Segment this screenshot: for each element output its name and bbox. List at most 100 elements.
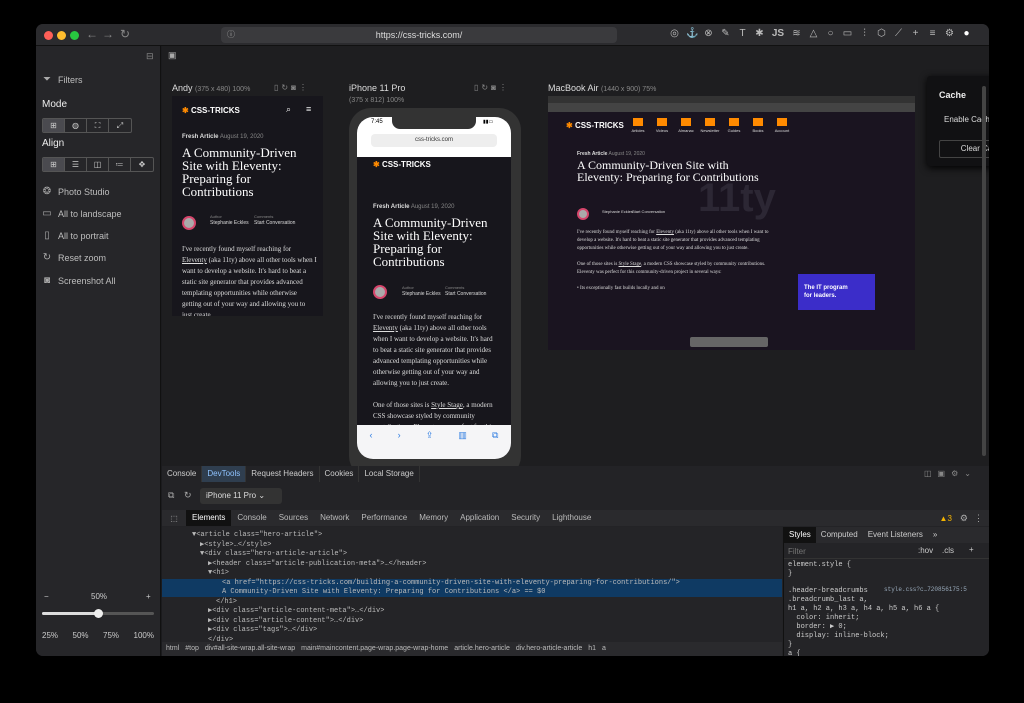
macbook-ad[interactable]: The IT program for leaders.: [798, 274, 875, 310]
settings-gear-icon[interactable]: ⚙: [944, 27, 955, 41]
forward-arrow-icon[interactable]: →: [102, 27, 114, 41]
sliders-icon[interactable]: ⫶: [859, 27, 870, 41]
style-rule-line[interactable]: border: ▶ 0;: [788, 623, 985, 632]
grid-mode-icon[interactable]: ⊞: [43, 119, 65, 132]
macbook-nav-books[interactable]: Books: [748, 118, 768, 133]
style-rule-line[interactable]: color: inherit;: [788, 614, 985, 623]
devtools-settings-gear-icon[interactable]: ⚙: [960, 513, 974, 524]
andy-author[interactable]: Stephanie Eckles: [210, 220, 249, 226]
tab-devtools[interactable]: DevTools: [202, 466, 247, 482]
reload-icon[interactable]: ↻: [120, 27, 130, 41]
iphone-article-title[interactable]: A Community-Driven Site with Eleventy: P…: [373, 216, 508, 268]
macbook-nav-account[interactable]: Account: [772, 118, 792, 133]
new-rule-plus-icon[interactable]: +: [969, 545, 974, 554]
macbook-logo[interactable]: ✱ CSS-TRICKS: [566, 121, 624, 130]
zoom-preset-50[interactable]: 50%: [73, 631, 89, 640]
inspect-icon[interactable]: ⬚: [162, 514, 186, 523]
iphone-back-icon[interactable]: ‹: [370, 430, 373, 459]
align-grid-icon[interactable]: ⊞: [43, 158, 65, 171]
iphone-logo[interactable]: ✱ CSS-TRICKS: [373, 160, 431, 169]
circle-icon[interactable]: ○: [825, 27, 836, 41]
dom-node-line[interactable]: ▼<div class="hero-article-article">: [162, 550, 782, 559]
dom-node-line[interactable]: ▼<article class="hero-article">: [162, 531, 782, 540]
macbook-nav-guides[interactable]: Guides: [724, 118, 744, 133]
tab-event-listeners[interactable]: Event Listeners: [863, 527, 928, 543]
more-tabs-icon[interactable]: »: [928, 527, 942, 543]
style-rule-line[interactable]: a {: [788, 650, 985, 656]
breadcrumb-item[interactable]: div.hero-article-article: [516, 642, 582, 656]
zoom-out-button[interactable]: −: [44, 592, 49, 601]
cube-icon[interactable]: ⬡: [876, 27, 887, 41]
bug-icon[interactable]: ✱: [754, 27, 765, 41]
focus-mode-icon[interactable]: ◍: [65, 119, 87, 132]
compass-icon[interactable]: ◎: [669, 27, 680, 41]
align-list-icon[interactable]: ≔: [109, 158, 131, 171]
andy-search-icon[interactable]: ⌕: [286, 104, 291, 115]
tab-cookies[interactable]: Cookies: [320, 466, 360, 482]
triangle-icon[interactable]: △: [808, 27, 819, 41]
breadcrumb-item[interactable]: a: [602, 642, 606, 656]
photo-studio-button[interactable]: ❂ Photo Studio: [42, 186, 110, 197]
screenshot-all-button[interactable]: ◙ Screenshot All: [42, 275, 116, 286]
styles-filter-input[interactable]: [788, 545, 888, 557]
cls-toggle[interactable]: .cls: [942, 546, 954, 555]
all-to-portrait-button[interactable]: ▯ All to portrait: [42, 230, 108, 241]
close-window-button[interactable]: [44, 31, 53, 40]
align-columns-icon[interactable]: ◫: [87, 158, 109, 171]
tab-security[interactable]: Security: [505, 510, 546, 526]
dom-node-line[interactable]: ▼<h1>: [162, 569, 782, 578]
tab-network[interactable]: Network: [314, 510, 355, 526]
save-icon[interactable]: ▣: [168, 50, 177, 61]
macbook-nav-newsletter[interactable]: Newsletter: [700, 118, 720, 133]
breadcrumb-item[interactable]: h1: [588, 642, 596, 656]
dom-node-line[interactable]: A Community-Driven Site with Eleventy: P…: [162, 588, 782, 597]
align-move-icon[interactable]: ✥: [131, 158, 153, 171]
site-info-icon[interactable]: ⓘ: [227, 27, 235, 43]
text-icon[interactable]: T: [737, 27, 748, 41]
device-select[interactable]: iPhone 11 Pro ⌄: [200, 488, 282, 504]
macbook-nav-articles[interactable]: Articles: [628, 118, 648, 133]
tab-performance[interactable]: Performance: [355, 510, 413, 526]
fit-mode-icon[interactable]: ⛶: [87, 119, 109, 132]
block-icon[interactable]: ⊗: [703, 27, 714, 41]
macbook-article-title[interactable]: A Community-Driven Site with Eleventy: P…: [577, 159, 767, 183]
zoom-window-button[interactable]: [70, 31, 79, 40]
canvas-scrollbar[interactable]: [982, 86, 986, 456]
andy-article-title[interactable]: A Community-Driven Site with Eleventy: P…: [182, 146, 317, 198]
tab-lighthouse[interactable]: Lighthouse: [546, 510, 597, 526]
javascript-icon[interactable]: JS: [771, 27, 785, 41]
tab-elements[interactable]: Elements: [186, 510, 232, 526]
pen-icon[interactable]: ✎: [720, 27, 731, 41]
iphone-author[interactable]: Stephanie Eckles: [402, 291, 441, 297]
dom-node-line[interactable]: ▶<div class="tags">…</div>: [162, 626, 782, 635]
minimize-window-button[interactable]: [57, 31, 66, 40]
list-icon[interactable]: ≡: [927, 27, 938, 41]
devtools-more-icon[interactable]: ⋮: [974, 513, 989, 524]
tab-dt-console[interactable]: Console: [231, 510, 272, 526]
dom-node-line[interactable]: ▶<div class="article-content-meta">…</di…: [162, 607, 782, 616]
brush-icon[interactable]: ⟋: [893, 27, 904, 41]
dom-node-line[interactable]: ▶<header class="article-publication-meta…: [162, 560, 782, 569]
drive-icon[interactable]: ▭: [842, 27, 853, 41]
iphone-comments[interactable]: Start Conversation: [445, 291, 486, 297]
iphone-forward-icon[interactable]: ›: [398, 430, 401, 459]
style-rule-line[interactable]: }: [788, 570, 985, 579]
andy-comments[interactable]: Start Conversation: [254, 220, 295, 226]
tab-memory[interactable]: Memory: [413, 510, 454, 526]
iphone-bookmarks-icon[interactable]: ▥: [458, 430, 467, 459]
breadcrumb-item[interactable]: #top: [185, 642, 199, 656]
style-rule-line[interactable]: .breadcrumb_last a,: [788, 596, 985, 605]
align-rows-icon[interactable]: ☰: [65, 158, 87, 171]
zoom-in-button[interactable]: +: [146, 592, 151, 601]
breadcrumb-item[interactable]: main#maincontent.page-wrap.page-wrap-hom…: [301, 642, 448, 656]
plus-icon[interactable]: +: [910, 27, 921, 41]
reset-zoom-button[interactable]: ↻ Reset zoom: [42, 252, 106, 263]
iphone-share-icon[interactable]: ⇪: [426, 430, 434, 459]
iphone-url-bar[interactable]: css-tricks.com: [371, 134, 497, 147]
expand-mode-icon[interactable]: ⤢: [109, 119, 131, 132]
zoom-preset-100[interactable]: 100%: [134, 631, 154, 640]
macbook-nav-videos[interactable]: Videos: [652, 118, 672, 133]
andy-logo[interactable]: ✱ CSS-TRICKS: [182, 106, 240, 115]
address-bar[interactable]: ⓘ https://css-tricks.com/: [221, 27, 617, 43]
dom-node-line[interactable]: ▶<div class="article-content">…</div>: [162, 617, 782, 626]
